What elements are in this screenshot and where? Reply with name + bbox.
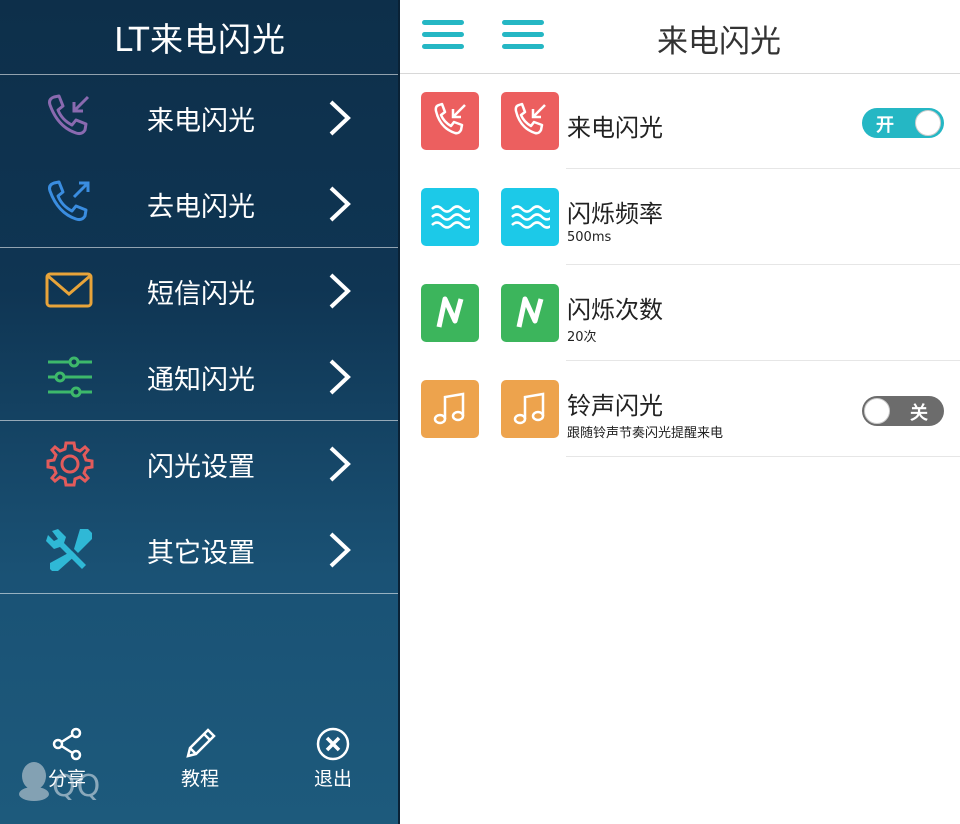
incoming-call-icon (44, 93, 96, 143)
menu-item-other-settings[interactable]: 其它设置 (0, 507, 400, 593)
chevron-right-icon (329, 186, 351, 222)
toggle-knob (915, 110, 941, 136)
outgoing-call-icon (44, 179, 96, 229)
music-note-icon (501, 380, 559, 438)
qq-watermark-text: QQ (52, 769, 102, 804)
letter-n-icon (501, 284, 559, 342)
menu-item-notification-flash[interactable]: 通知闪光 (0, 334, 400, 420)
tutorial-label: 教程 (180, 768, 219, 790)
incoming-call-icon (421, 92, 479, 150)
menu-item-incoming-flash[interactable]: 来电闪光 (0, 75, 400, 161)
setting-title: 来电闪光 (567, 114, 663, 142)
menu-item-label: 来电闪光 (147, 105, 255, 137)
menu-icon[interactable] (422, 20, 464, 52)
music-note-icon (421, 380, 479, 438)
setting-subtitle: 20次 (567, 330, 597, 345)
incoming-call-icon (501, 92, 559, 150)
toggle-label: 关 (910, 403, 928, 424)
page-title: 来电闪光 (657, 24, 781, 60)
divider (566, 264, 960, 265)
divider (566, 168, 960, 169)
divider (566, 360, 960, 361)
close-circle-icon (316, 727, 350, 761)
chevron-right-icon (329, 532, 351, 568)
waves-icon (421, 188, 479, 246)
pencil-icon (186, 728, 216, 758)
menu-item-label: 短信闪光 (147, 278, 255, 310)
setting-title: 铃声闪光 (567, 392, 663, 420)
toggle-label: 开 (876, 115, 894, 136)
menu-icon[interactable] (502, 20, 544, 52)
chevron-right-icon (329, 273, 351, 309)
menu-item-label: 去电闪光 (147, 191, 255, 223)
setting-title: 闪烁次数 (567, 296, 663, 324)
navigation-drawer: LT来电闪光 来电闪光 去电闪光 短信闪光 通知闪光 闪光设置 其它设置 分享 … (0, 0, 400, 824)
exit-button[interactable]: 退出 (293, 726, 373, 791)
tools-icon (44, 525, 96, 575)
chevron-right-icon (329, 100, 351, 136)
sliders-icon (44, 352, 96, 402)
divider (0, 593, 400, 594)
envelope-icon (44, 266, 96, 316)
chevron-right-icon (329, 359, 351, 395)
setting-row-flash-count[interactable]: 闪烁次数 20次 (400, 266, 960, 361)
chevron-right-icon (329, 446, 351, 482)
setting-row-incoming-flash[interactable]: 来电闪光 开 (400, 74, 960, 169)
menu-item-label: 通知闪光 (147, 364, 255, 396)
menu-item-label: 其它设置 (147, 537, 255, 569)
setting-subtitle: 跟随铃声节奏闪光提醒来电 (567, 426, 724, 441)
menu-item-flash-settings[interactable]: 闪光设置 (0, 421, 400, 507)
tutorial-button[interactable]: 教程 (160, 726, 240, 791)
drawer-title: LT来电闪光 (114, 20, 286, 59)
menu-item-sms-flash[interactable]: 短信闪光 (0, 248, 400, 334)
toggle-knob (864, 398, 890, 424)
setting-subtitle: 500ms (567, 230, 612, 245)
exit-label: 退出 (313, 768, 352, 790)
menu-group-settings: 闪光设置 其它设置 (0, 420, 400, 593)
letter-n-icon (421, 284, 479, 342)
menu-group-calls: 来电闪光 去电闪光 (0, 74, 400, 247)
menu-item-outgoing-flash[interactable]: 去电闪光 (0, 161, 400, 247)
setting-row-flash-frequency[interactable]: 闪烁频率 500ms (400, 170, 960, 265)
top-app-bar: 来电闪光 (400, 0, 960, 74)
share-icon (52, 727, 82, 761)
menu-group-notifications: 短信闪光 通知闪光 (0, 247, 400, 420)
setting-row-ringtone-flash[interactable]: 铃声闪光 跟随铃声节奏闪光提醒来电 关 (400, 362, 960, 457)
ringtone-flash-toggle[interactable]: 关 (862, 396, 944, 426)
main-panel: 来电闪光 来电闪光 开 闪烁频率 500ms 闪烁次数 20次 铃声闪光 跟随铃… (400, 0, 960, 824)
incoming-flash-toggle[interactable]: 开 (862, 108, 944, 138)
waves-icon (501, 188, 559, 246)
gear-icon (44, 439, 96, 489)
setting-title: 闪烁频率 (567, 200, 663, 228)
menu-item-label: 闪光设置 (147, 451, 255, 483)
divider (566, 456, 960, 457)
